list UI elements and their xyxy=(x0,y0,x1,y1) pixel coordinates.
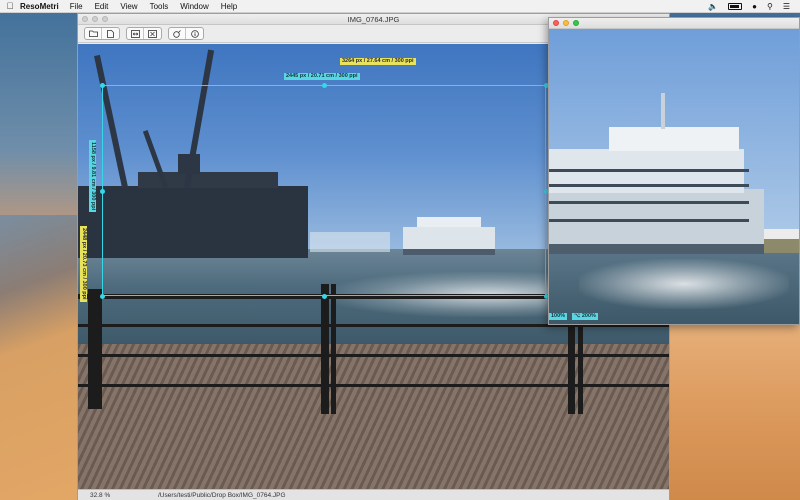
loupe-zoom-label: 100% xyxy=(549,313,568,320)
selection-height-label: 1158 px / 9.81 cm / 300 ppi xyxy=(89,140,96,213)
loupe-zoom-alt-label: ⌥ 200% xyxy=(572,313,598,320)
file-path: /Users/testi/Public/Drop Box/IMG_0764.JP… xyxy=(158,492,286,499)
loupe-zoom-button[interactable] xyxy=(573,20,579,26)
window-title: IMG_0764.JPG xyxy=(347,15,400,24)
loupe-window: 100% ⌥ 200% xyxy=(548,17,800,325)
zoom-button[interactable] xyxy=(102,16,108,22)
apple-menu-icon[interactable]:  xyxy=(0,1,20,11)
info-icon xyxy=(190,29,199,38)
selection-handle[interactable] xyxy=(100,294,105,299)
tools-button-group xyxy=(168,27,204,40)
document-icon xyxy=(107,29,114,38)
loupe-sparkle xyxy=(579,259,789,309)
loupe-view[interactable]: 100% ⌥ 200% xyxy=(549,29,799,324)
selection-handle[interactable] xyxy=(322,294,327,299)
loupe-minimize-button[interactable] xyxy=(563,20,569,26)
image-height-label: 2448 px / 20.73 cm / 300 ppi xyxy=(80,226,87,302)
fit-width-button[interactable] xyxy=(127,28,144,39)
selection-handle[interactable] xyxy=(322,83,327,88)
list-icon[interactable]: ☰ xyxy=(783,2,790,11)
folder-icon xyxy=(88,30,98,37)
minimize-button[interactable] xyxy=(92,16,98,22)
railing-post xyxy=(88,289,102,409)
menu-tools[interactable]: Tools xyxy=(150,2,169,11)
menu-window[interactable]: Window xyxy=(180,2,208,11)
loupe-ship-stripe xyxy=(549,201,749,204)
file-button-group xyxy=(84,27,120,40)
status-bar: 32.8 % /Users/testi/Public/Drop Box/IMG_… xyxy=(78,489,669,500)
search-icon[interactable]: ⚲ xyxy=(767,2,773,11)
open-folder-button[interactable] xyxy=(85,28,102,39)
loupe-ship-stripe xyxy=(549,184,749,187)
selection-rectangle[interactable] xyxy=(102,85,546,296)
fit-height-button[interactable] xyxy=(144,28,161,39)
menu-extras: 🔈 ● ⚲ ☰ xyxy=(708,2,790,11)
volume-icon[interactable]: 🔈 xyxy=(708,2,718,11)
fit-width-icon xyxy=(130,29,140,38)
zoom-level: 32.8 % xyxy=(90,492,111,499)
menu-help[interactable]: Help xyxy=(221,2,237,11)
fit-button-group xyxy=(126,27,162,40)
loupe-window-controls xyxy=(553,20,579,26)
loupe-ship-mast xyxy=(661,93,665,129)
user-icon[interactable]: ● xyxy=(752,2,757,11)
color-picker-button[interactable] xyxy=(169,28,186,39)
menu-app-name[interactable]: ResoMetri xyxy=(20,2,59,11)
loupe-ship-stripe xyxy=(549,169,749,172)
menu-file[interactable]: File xyxy=(70,2,83,11)
color-picker-icon xyxy=(173,29,181,38)
loupe-ship-stripe xyxy=(549,219,749,222)
selection-width-label: 2445 px / 20.71 cm / 300 ppi xyxy=(284,73,360,80)
loupe-ship-bridge xyxy=(609,127,739,151)
selection-handle[interactable] xyxy=(100,83,105,88)
new-document-button[interactable] xyxy=(102,28,119,39)
menu-edit[interactable]: Edit xyxy=(95,2,109,11)
menu-view[interactable]: View xyxy=(120,2,137,11)
selection-handle[interactable] xyxy=(100,189,105,194)
desktop-dune-right xyxy=(668,320,800,500)
image-width-label: 3264 px / 27.64 cm / 300 ppi xyxy=(340,58,416,65)
fit-height-icon xyxy=(148,29,157,38)
railing-post xyxy=(321,284,329,414)
window-controls xyxy=(82,16,108,22)
menu-bar:  ResoMetri File Edit View Tools Window … xyxy=(0,0,800,13)
close-button[interactable] xyxy=(82,16,88,22)
info-button[interactable] xyxy=(186,28,203,39)
battery-icon[interactable] xyxy=(728,2,743,10)
loupe-close-button[interactable] xyxy=(553,20,559,26)
railing-post xyxy=(331,284,336,414)
loupe-titlebar[interactable] xyxy=(549,18,799,29)
